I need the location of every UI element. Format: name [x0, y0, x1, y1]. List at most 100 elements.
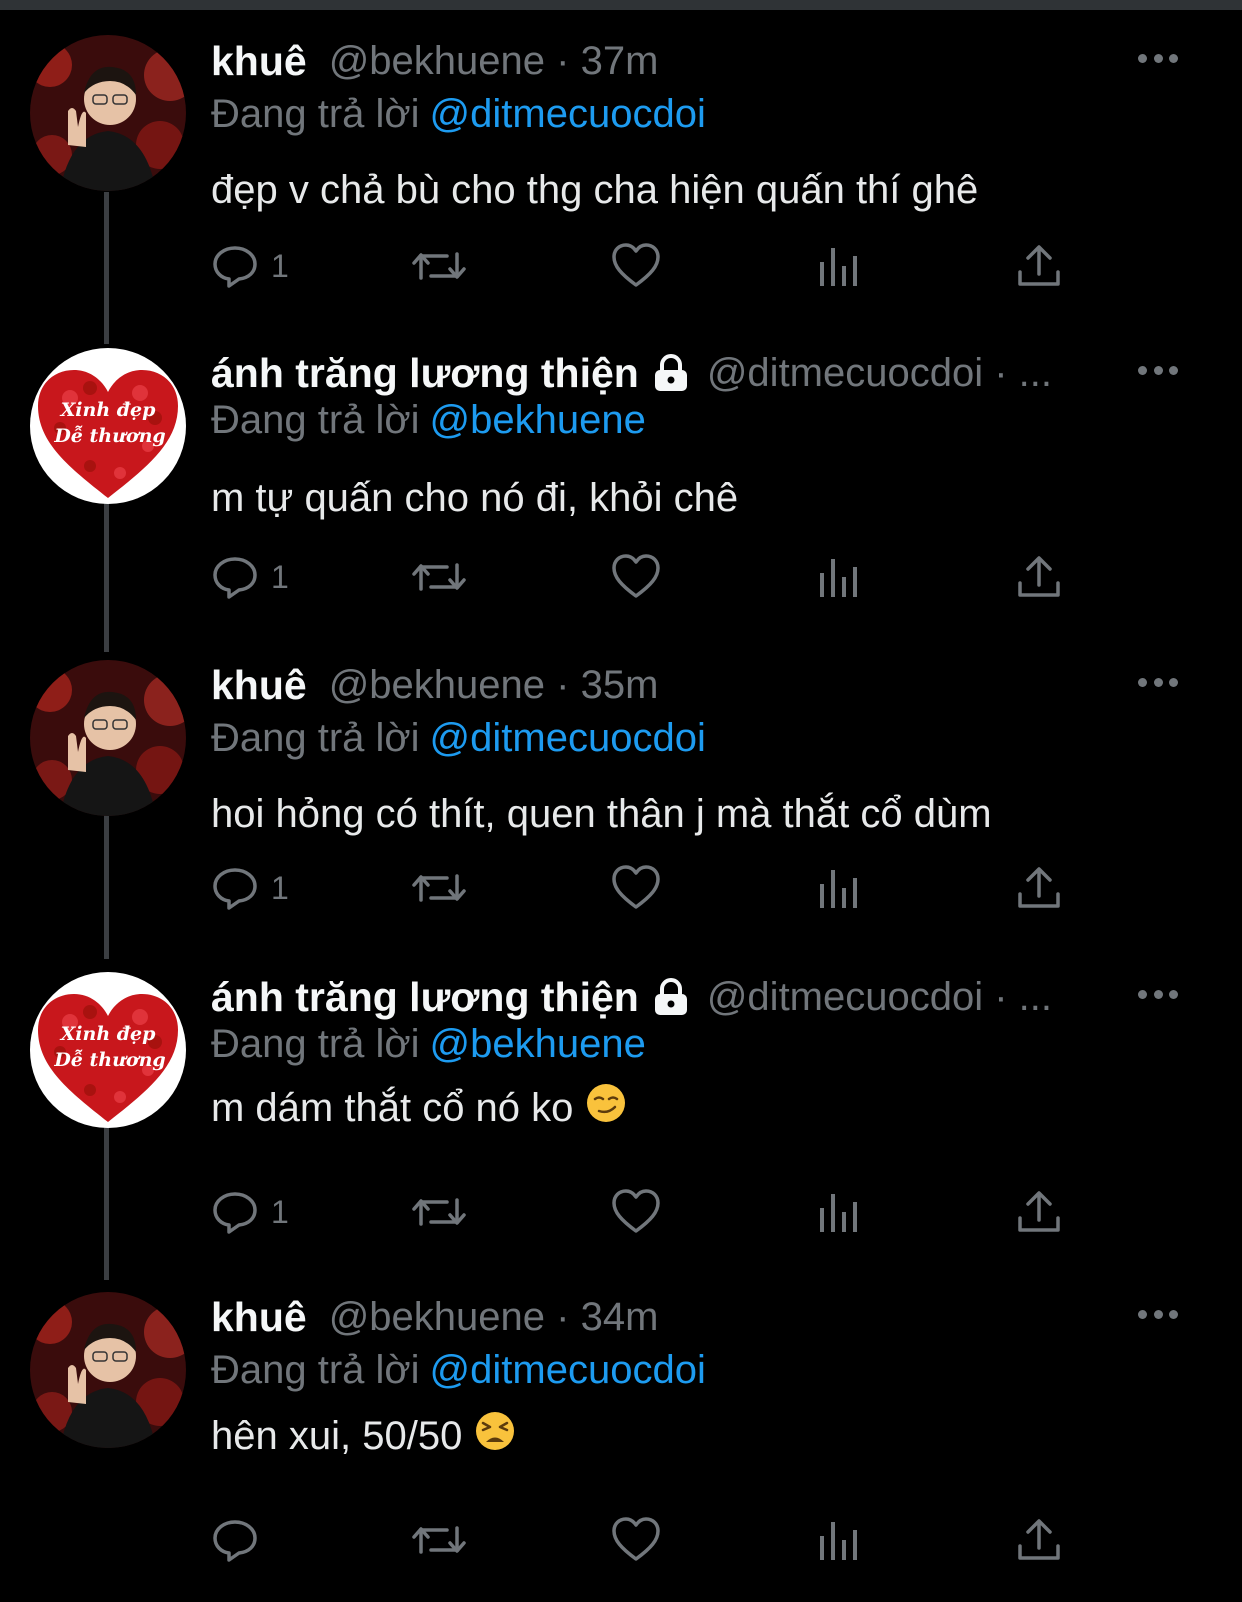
handle-timestamp[interactable]: @bekhuene · 35m — [329, 663, 659, 708]
tweet-text-content: m dám thắt cổ nó ko — [211, 1085, 574, 1130]
reply-button[interactable]: 1 — [211, 1184, 289, 1240]
reply-count: 1 — [271, 869, 289, 906]
views-button[interactable] — [816, 549, 860, 605]
views-button[interactable] — [816, 1184, 860, 1240]
views-chart-icon — [820, 1194, 857, 1232]
heart-icon — [612, 865, 660, 909]
retweet-button[interactable] — [411, 1184, 467, 1240]
retweet-icon — [412, 1526, 466, 1554]
replying-to-link[interactable]: @bekhuene — [430, 1022, 646, 1066]
reply-icon — [213, 1520, 257, 1562]
like-button[interactable] — [611, 1512, 661, 1568]
more-options-icon[interactable] — [1138, 672, 1178, 692]
tweet[interactable]: Xinh đẹp Dễ thương ánh trăng lương thiện… — [0, 322, 1242, 632]
tweet[interactable]: Xinh đẹp Dễ thương ánh trăng lương thiện… — [0, 946, 1242, 1266]
display-name[interactable]: khuê — [211, 662, 307, 709]
more-options-icon[interactable] — [1138, 1304, 1178, 1324]
retweet-button[interactable] — [411, 860, 467, 916]
display-name[interactable]: khuê — [211, 38, 307, 85]
replying-to-link[interactable]: @ditmecuocdoi — [430, 716, 706, 760]
display-name[interactable]: ánh trăng lương thiện — [211, 974, 639, 1021]
replying-to-label: Đang trả lời — [211, 716, 420, 760]
replying-to: Đang trả lời @ditmecuocdoi — [211, 716, 706, 761]
share-button[interactable] — [1016, 238, 1062, 294]
share-button[interactable] — [1016, 1512, 1062, 1568]
tweet-text: hên xui, 50/50 — [211, 1406, 516, 1466]
avatar[interactable] — [30, 1292, 186, 1448]
tweet-text-content: đẹp v chả bù cho thg cha hiện quấn thí g… — [211, 167, 979, 212]
avatar[interactable]: Xinh đẹp Dễ thương — [30, 348, 186, 504]
replying-to: Đang trả lời @bekhuene — [211, 398, 646, 443]
display-name[interactable]: khuê — [211, 1294, 307, 1341]
replying-to: Đang trả lời @ditmecuocdoi — [211, 1348, 706, 1393]
tweet-header: khuê @bekhuene · 37m — [211, 36, 658, 86]
tweet-actions: 1 — [211, 860, 1091, 916]
like-button[interactable] — [611, 860, 661, 916]
retweet-button[interactable] — [411, 238, 467, 294]
reply-icon — [213, 868, 257, 910]
tweet[interactable]: khuê @bekhuene · 37m Đang trả lời @ditmec… — [0, 10, 1242, 340]
heart-icon — [612, 1517, 660, 1561]
handle-timestamp[interactable]: @ditmecuocdoi · ... — [707, 351, 1052, 396]
avatar[interactable] — [30, 660, 186, 816]
tweet-text: hoi hỏng có thít, quen thân j mà thắt cổ… — [211, 784, 992, 844]
tweet-header: khuê @bekhuene · 35m — [211, 660, 658, 710]
replying-to: Đang trả lời @bekhuene — [211, 1022, 646, 1067]
share-icon — [1018, 867, 1060, 908]
reply-button[interactable]: 1 — [211, 238, 289, 294]
replying-to-link[interactable]: @ditmecuocdoi — [430, 92, 706, 136]
more-options-icon[interactable] — [1138, 360, 1178, 380]
replying-to-label: Đang trả lời — [211, 92, 420, 136]
display-name[interactable]: ánh trăng lương thiện — [211, 350, 639, 397]
avatar[interactable]: Xinh đẹp Dễ thương — [30, 972, 186, 1128]
reply-button[interactable] — [211, 1512, 271, 1568]
tweet-header: ánh trăng lương thiện @ditmecuocdoi · ..… — [211, 972, 1052, 1022]
views-button[interactable] — [816, 238, 860, 294]
like-button[interactable] — [611, 1184, 661, 1240]
reply-icon — [213, 246, 257, 288]
handle-timestamp[interactable]: @bekhuene · 37m — [329, 39, 659, 84]
avatar-text-1: Xinh đẹp — [60, 1023, 157, 1045]
retweet-icon — [412, 1198, 466, 1226]
avatar[interactable] — [30, 35, 186, 191]
replying-to-link[interactable]: @ditmecuocdoi — [430, 1348, 706, 1392]
reply-icon — [213, 557, 257, 599]
tweet-text-content: hoi hỏng có thít, quen thân j mà thắt cổ… — [211, 791, 992, 836]
reply-count: 1 — [271, 247, 289, 284]
more-options-icon[interactable] — [1138, 48, 1178, 68]
handle-timestamp[interactable]: @ditmecuocdoi · ... — [707, 975, 1052, 1020]
share-icon — [1018, 245, 1060, 286]
views-chart-icon — [820, 1522, 857, 1560]
views-chart-icon — [820, 870, 857, 908]
like-button[interactable] — [611, 549, 661, 605]
replying-to-link[interactable]: @bekhuene — [430, 398, 646, 442]
tweet-text: m dám thắt cổ nó ko — [211, 1078, 627, 1138]
smirking-face-emoji-icon — [585, 1082, 627, 1134]
tweet-header: ánh trăng lương thiện @ditmecuocdoi · ..… — [211, 348, 1052, 398]
views-button[interactable] — [816, 1512, 860, 1568]
tweet[interactable]: khuê @bekhuene · 35m Đang trả lời @ditmec… — [0, 634, 1242, 944]
retweet-button[interactable] — [411, 549, 467, 605]
tweet-text-content: hên xui, 50/50 — [211, 1413, 463, 1458]
top-divider — [0, 0, 1242, 10]
reply-button[interactable]: 1 — [211, 860, 289, 916]
replying-to-label: Đang trả lời — [211, 398, 420, 442]
share-button[interactable] — [1016, 860, 1062, 916]
share-button[interactable] — [1016, 549, 1062, 605]
share-icon — [1018, 556, 1060, 597]
share-icon — [1018, 1191, 1060, 1232]
avatar-text-2: Dễ thương — [53, 425, 165, 447]
avatar-text-1: Xinh đẹp — [60, 399, 157, 421]
tweet-header: khuê @bekhuene · 34m — [211, 1292, 658, 1342]
tired-face-emoji-icon — [474, 1410, 516, 1462]
like-button[interactable] — [611, 238, 661, 294]
handle-timestamp[interactable]: @bekhuene · 34m — [329, 1295, 659, 1340]
reply-button[interactable]: 1 — [211, 549, 289, 605]
tweet-text: m tự quấn cho nó đi, khỏi chê — [211, 468, 738, 528]
tweet[interactable]: khuê @bekhuene · 34m Đang trả lời @ditmec… — [0, 1266, 1242, 1602]
share-button[interactable] — [1016, 1184, 1062, 1240]
more-options-icon[interactable] — [1138, 984, 1178, 1004]
replying-to-label: Đang trả lời — [211, 1022, 420, 1066]
views-button[interactable] — [816, 860, 860, 916]
retweet-button[interactable] — [411, 1512, 467, 1568]
